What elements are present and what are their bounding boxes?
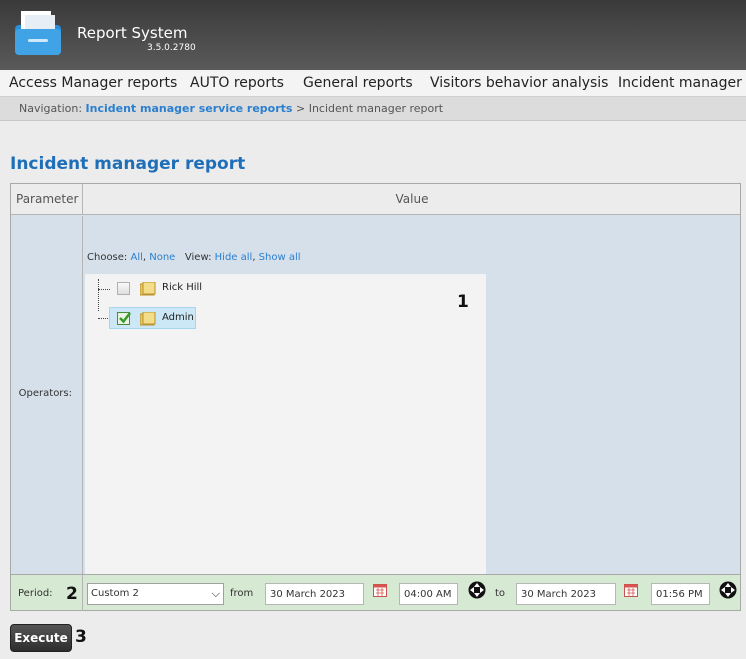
folder-icon [15,11,61,55]
user-folder-icon [140,282,156,296]
app-title: Report System [77,24,188,42]
app-header: Report System 3.5.0.2780 [0,0,746,70]
choose-view-row: Choose: All, None View: Hide all, Show a… [87,252,301,263]
tree-connector [98,318,108,319]
from-time-input[interactable]: 04:00 AM [399,583,458,605]
choose-none-link[interactable]: None [149,252,175,263]
tree-node-admin[interactable]: Admin [109,307,196,329]
period-select[interactable]: Custom 2 ⌵ [87,583,224,605]
app-version: 3.5.0.2780 [147,43,196,53]
tree-connector [98,279,99,311]
chevron-down-icon: ⌵ [211,587,220,600]
operators-tree: Rick Hill Admin 1 [85,274,486,574]
table-header: Parameter Value [11,184,740,215]
tree-node-rick-hill[interactable]: Rick Hill [109,278,209,300]
menu-auto-reports[interactable]: AUTO reports [190,75,284,91]
to-date-input[interactable]: 30 March 2023 [516,583,616,605]
breadcrumb: Navigation: Incident manager service rep… [0,97,746,121]
period-row: Period: 2 Custom 2 ⌵ from 30 March 2023 … [11,574,740,611]
breadcrumb-prefix: Navigation: [19,102,83,115]
column-parameter: Parameter [11,184,83,215]
checkbox-rick-hill[interactable] [117,282,130,295]
view-label: View: [184,252,212,263]
period-label: Period: [18,588,53,599]
time-spinner-icon[interactable] [468,581,486,599]
breadcrumb-link[interactable]: Incident manager service reports [86,102,293,115]
view-show-all-link[interactable]: Show all [259,252,301,263]
choose-label: Choose: [87,252,128,263]
to-label: to [495,588,506,599]
operators-label-cell: Operators: [11,216,83,574]
callout-3: 3 [75,627,87,647]
from-label: from [230,588,254,599]
calendar-icon[interactable] [624,583,638,597]
parameter-table: Parameter Value Operators: Choose: All, … [10,183,741,611]
page-title: Incident manager report [10,154,246,174]
menu-incident-manager[interactable]: Incident manager [618,75,742,91]
from-date-input[interactable]: 30 March 2023 [265,583,364,605]
menu-visitors-behavior-analysis[interactable]: Visitors behavior analysis [430,75,608,91]
view-hide-all-link[interactable]: Hide all [215,252,253,263]
callout-1: 1 [457,292,469,312]
to-time-input[interactable]: 01:56 PM [651,583,710,605]
time-spinner-icon[interactable] [719,581,737,599]
callout-2: 2 [66,584,78,604]
top-menu: Access Manager reports AUTO reports Gene… [0,70,746,97]
breadcrumb-separator: > [295,102,306,115]
menu-access-manager-reports[interactable]: Access Manager reports [9,75,177,91]
tree-node-label: Rick Hill [162,282,203,293]
choose-all-link[interactable]: All [130,252,142,263]
period-select-value: Custom 2 [91,588,139,599]
user-folder-icon [140,312,156,326]
checkbox-admin[interactable] [117,312,131,325]
menu-general-reports[interactable]: General reports [303,75,413,91]
calendar-icon[interactable] [373,583,387,597]
tree-node-label: Admin [162,312,194,323]
operators-label: Operators: [18,388,72,399]
execute-button[interactable]: Execute [10,624,72,652]
breadcrumb-current: Incident manager report [308,102,444,115]
column-value: Value [395,192,429,206]
